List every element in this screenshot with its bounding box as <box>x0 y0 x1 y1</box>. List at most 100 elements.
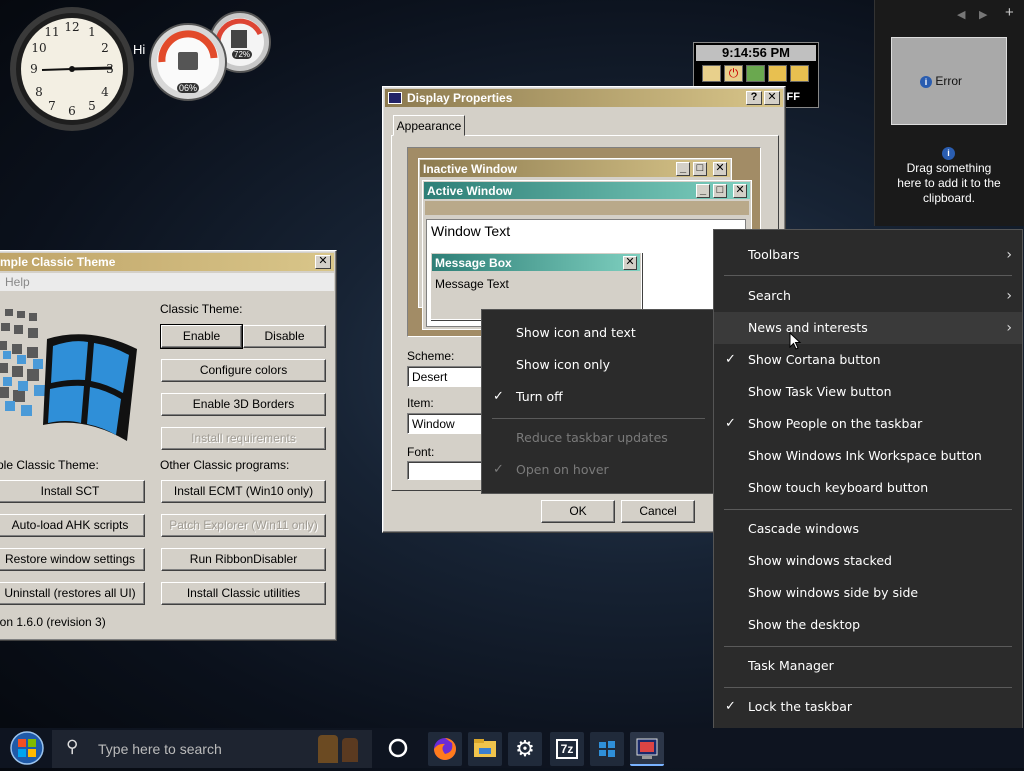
sct-title-bar[interactable]: mple Classic Theme ✕ <box>0 253 334 271</box>
add-clipboard-icon[interactable]: + <box>1005 4 1014 21</box>
item-select[interactable]: Window <box>407 413 483 434</box>
other-programs-label: Other Classic programs: <box>160 458 290 472</box>
cancel-button[interactable]: Cancel <box>621 500 695 523</box>
clipboard-slot[interactable]: i Error <box>891 37 1007 125</box>
mouse-cursor-icon <box>789 332 802 350</box>
run-ribbondisabler-button[interactable]: Run RibbonDisabler <box>161 548 326 571</box>
clipboard-error-label: Error <box>935 74 963 88</box>
cortana-icon[interactable] <box>386 736 410 760</box>
menu-item-show-windows-side-by-side[interactable]: Show windows side by side <box>714 577 1022 609</box>
menu-separator <box>724 646 1012 647</box>
clipboard-panel: ◀ ▶ + i Error i Drag something here to a… <box>874 0 1024 226</box>
preview-window-text: Window Text <box>431 223 511 239</box>
lock-icon[interactable] <box>790 65 809 82</box>
minimize-icon: _ <box>696 184 710 198</box>
close-icon[interactable]: ✕ <box>315 255 331 269</box>
menu-item-turn-off[interactable]: ✓ Turn off <box>482 381 715 413</box>
menu-help[interactable]: Help <box>5 275 30 289</box>
cpu-meter-gadget[interactable] <box>148 8 272 102</box>
mini-clock-time: 9:14:56 PM <box>696 45 816 61</box>
menu-item-show-windows-stacked[interactable]: Show windows stacked <box>714 545 1022 577</box>
classic-windows-icon[interactable] <box>590 732 624 766</box>
menu-item-search[interactable]: Search › <box>714 280 1022 312</box>
monitor-icon <box>388 92 402 104</box>
install-sct-button[interactable]: Install SCT <box>0 480 145 503</box>
next-arrow-icon[interactable]: ▶ <box>979 8 987 21</box>
install-ecmt-button[interactable]: Install ECMT (Win10 only) <box>161 480 326 503</box>
tab-appearance[interactable]: Appearance <box>393 115 465 136</box>
sct-menu-bar: Help <box>0 273 334 291</box>
scheme-label: Scheme: <box>407 349 455 363</box>
enable-button[interactable]: Enable <box>160 324 243 349</box>
classic-theme-label: Classic Theme: <box>160 302 243 316</box>
7zip-icon[interactable]: 7z <box>550 732 584 766</box>
folder-icon[interactable] <box>702 65 721 82</box>
menu-item-show-task-view-button[interactable]: Show Task View button <box>714 376 1022 408</box>
help-icon[interactable]: ? <box>746 91 762 105</box>
firefox-icon[interactable] <box>428 732 462 766</box>
close-icon[interactable]: ✕ <box>764 91 780 105</box>
search-icon: ⚲ <box>66 737 79 756</box>
font-select[interactable] <box>407 461 483 480</box>
menu-item-show-the-desktop[interactable]: Show the desktop <box>714 609 1022 641</box>
menu-item-open-on-hover[interactable]: ✓ Open on hover <box>482 454 715 486</box>
svg-text:6: 6 <box>68 104 76 118</box>
power-icon[interactable]: ⏻ <box>724 65 743 82</box>
key-icon[interactable] <box>768 65 787 82</box>
display-properties-taskbar-icon[interactable] <box>630 732 664 766</box>
svg-text:8: 8 <box>35 85 43 99</box>
message-box-title: Message Box <box>435 255 512 270</box>
start-button[interactable] <box>8 730 46 766</box>
lantern-icon <box>318 735 338 763</box>
display-properties-title-bar[interactable]: Display Properties ? ✕ <box>385 89 783 107</box>
close-icon: ✕ <box>623 256 637 270</box>
enable-3d-borders-button[interactable]: Enable 3D Borders <box>161 393 326 416</box>
menu-item-news-and-interests[interactable]: News and interests › <box>714 312 1022 344</box>
chevron-right-icon: › <box>1006 288 1012 304</box>
preview-menu-bar <box>425 201 749 215</box>
windows-logo <box>0 309 137 441</box>
ok-button[interactable]: OK <box>541 500 615 523</box>
clock-gadget[interactable]: 12369 1245 781011 <box>8 6 138 134</box>
svg-text:2: 2 <box>101 41 109 55</box>
menu-item-show-touch-keyboard[interactable]: Show touch keyboard button <box>714 472 1022 504</box>
sct-group-label: ple Classic Theme: <box>0 458 99 472</box>
news-submenu: Show icon and text Show icon only ✓ Turn… <box>481 309 716 494</box>
scheme-select[interactable]: Desert <box>407 366 483 387</box>
search-input[interactable]: Type here to search <box>98 741 222 757</box>
menu-item-show-ink-workspace[interactable]: Show Windows Ink Workspace button <box>714 440 1022 472</box>
maximize-icon: □ <box>693 162 707 176</box>
disable-button[interactable]: Disable <box>243 325 326 348</box>
menu-item-show-icon-only[interactable]: Show icon only <box>482 349 715 381</box>
settings-gear-icon[interactable]: ⚙ <box>508 732 542 766</box>
svg-text:9: 9 <box>30 62 38 76</box>
uninstall-button[interactable]: Uninstall (restores all UI) <box>0 582 145 605</box>
version-label: ion 1.6.0 (revision 3) <box>0 615 106 629</box>
svg-text:11: 11 <box>44 25 59 39</box>
autoload-ahk-button[interactable]: Auto-load AHK scripts <box>0 514 145 537</box>
svg-text:10: 10 <box>31 41 46 55</box>
svg-text:5: 5 <box>88 99 96 113</box>
patch-explorer-button[interactable]: Patch Explorer (Win11 only) <box>161 514 326 537</box>
svg-text:4: 4 <box>101 85 109 99</box>
menu-item-show-icon-and-text[interactable]: Show icon and text <box>482 317 715 349</box>
file-explorer-icon[interactable] <box>468 732 502 766</box>
prev-arrow-icon[interactable]: ◀ <box>957 8 965 21</box>
menu-item-show-people[interactable]: ✓ Show People on the taskbar <box>714 408 1022 440</box>
settings-icon[interactable] <box>746 65 765 82</box>
clock-gadget-label: Hi <box>133 42 146 57</box>
search-box[interactable]: ⚲ Type here to search <box>52 730 372 768</box>
menu-item-lock-the-taskbar[interactable]: ✓ Lock the taskbar <box>714 691 1022 723</box>
menu-item-cascade-windows[interactable]: Cascade windows <box>714 513 1022 545</box>
menu-item-reduce-taskbar-updates[interactable]: Reduce taskbar updates <box>482 422 715 454</box>
info-icon: i <box>920 76 932 88</box>
svg-text:7: 7 <box>48 99 56 113</box>
menu-item-task-manager[interactable]: Task Manager <box>714 650 1022 682</box>
sct-window: mple Classic Theme ✕ Help Classic Theme:… <box>0 250 337 641</box>
restore-window-settings-button[interactable]: Restore window settings <box>0 548 145 571</box>
configure-colors-button[interactable]: Configure colors <box>161 359 326 382</box>
install-classic-utilities-button[interactable]: Install Classic utilities <box>161 582 326 605</box>
install-requirements-button[interactable]: Install requirements <box>161 427 326 450</box>
menu-item-toolbars[interactable]: Toolbars › <box>714 239 1022 271</box>
menu-item-show-cortana-button[interactable]: ✓ Show Cortana button <box>714 344 1022 376</box>
